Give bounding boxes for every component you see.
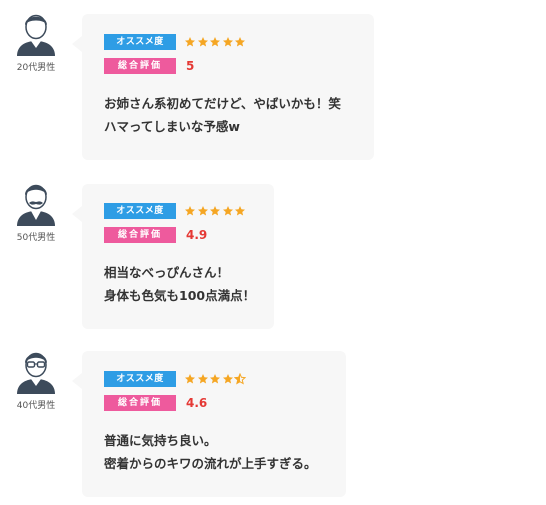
- star-full-icon: [235, 37, 245, 47]
- star-rating: [184, 36, 247, 48]
- star-full-icon: [210, 37, 220, 47]
- star-full-icon: [222, 206, 233, 216]
- recommend-label: オススメ度: [104, 371, 176, 387]
- glasses-man-avatar-icon: [17, 352, 55, 394]
- reviewer: 50代男性: [8, 180, 64, 243]
- review-bubble: オススメ度 総合評価 4.9 相当なべっぴんさん！ 身体も色気も100点満点！: [72, 184, 274, 329]
- reviewer: 40代男性: [8, 348, 64, 411]
- comment-line: 普通に気持ち良い。: [104, 433, 217, 448]
- star-full-icon: [185, 37, 195, 47]
- star-rating: [184, 373, 247, 385]
- rating-label: 総合評価: [104, 227, 176, 243]
- comment-line: ハマってしまいな予感w: [104, 119, 240, 134]
- star-full-icon: [197, 374, 208, 384]
- comment-line: 相当なべっぴんさん！: [104, 265, 230, 280]
- comment-line: 身体も色気も100点満点！: [104, 288, 256, 303]
- reviewer: 20代男性: [8, 10, 64, 73]
- star-full-icon: [222, 37, 233, 47]
- rating-score: 5: [186, 59, 195, 73]
- mustache-man-avatar-icon: [17, 184, 55, 226]
- reviewer-age: 20代男性: [16, 63, 56, 73]
- star-full-icon: [197, 37, 208, 47]
- star-rating: [184, 205, 247, 217]
- star-half-icon: [234, 373, 246, 385]
- star-full-icon: [222, 374, 233, 384]
- review-bubble: オススメ度 総合評価 5 お姉さん系初めてだけど、やばいかも！笑 ハマってしまい…: [72, 14, 374, 160]
- star-full-icon: [210, 206, 220, 216]
- reviewer-age: 40代男性: [16, 401, 56, 411]
- comment-line: お姉さん系初めてだけど、やばいかも！笑: [104, 96, 341, 111]
- star-full-icon: [185, 206, 195, 216]
- reviewer-age: 50代男性: [16, 233, 56, 243]
- recommend-label: オススメ度: [104, 203, 176, 219]
- rating-label: 総合評価: [104, 395, 176, 411]
- young-man-avatar-icon: [17, 14, 55, 56]
- star-full-icon: [235, 206, 245, 216]
- rating-score: 4.6: [186, 396, 208, 410]
- comment-line: 密着からのキワの流れが上手すぎる。: [104, 456, 317, 471]
- recommend-label: オススメ度: [104, 34, 176, 50]
- star-full-icon: [197, 206, 208, 216]
- rating-score: 4.9: [186, 228, 208, 242]
- star-full-icon: [210, 374, 220, 384]
- star-full-icon: [185, 374, 195, 384]
- review-bubble: オススメ度 総合評価 4.6 普通に気持ち良い。 密着からのキワの流れが上手すぎ…: [72, 351, 346, 497]
- rating-label: 総合評価: [104, 58, 176, 74]
